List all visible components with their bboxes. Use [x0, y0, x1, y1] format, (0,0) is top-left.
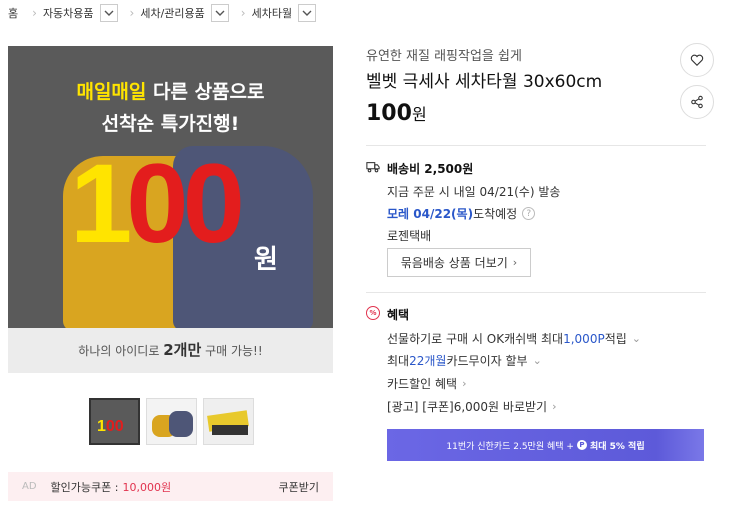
chevron-down-icon: ⌄ [532, 354, 542, 367]
promo-price-number: 100 [70, 141, 245, 266]
benefit-coupon[interactable]: [광고] [쿠폰]6,000원 바로받기 › [387, 398, 556, 415]
shipping-dispatch: 지금 주문 시 내일 04/21(수) 발송 [387, 185, 561, 199]
chevron-down-icon[interactable] [298, 4, 317, 22]
divider [366, 292, 706, 293]
image-caption: 하나의 아이디로 2개만 구매 가능!! [8, 328, 333, 373]
chevron-down-icon: ⌄ [631, 332, 641, 345]
card-promo-banner[interactable]: 11번가 신한카드 2.5만원 혜택 + P 최대 5% 적립 [387, 429, 704, 461]
product-title: 벨벳 극세사 세차타월 30x60cm [366, 72, 603, 92]
shipping-fee: 배송비 2,500원 [387, 162, 474, 176]
thumbnail-promo-number: 100 [97, 418, 124, 435]
breadcrumb-item: › 세차/관리용품 [130, 4, 229, 22]
breadcrumb-home[interactable]: 홈 [8, 5, 18, 21]
product-main-image[interactable]: 매일매일 다른 상품으로 선착순 특가진행! 100 원 하나의 아이디로 2개… [8, 46, 333, 373]
breadcrumb-item: › 세차타월 [240, 4, 317, 22]
product-subtitle: 유연한 재질 래핑작업을 쉽게 [366, 49, 522, 64]
chevron-down-icon[interactable] [99, 4, 118, 22]
benefit-card-discount[interactable]: 카드할인 혜택 › [387, 375, 466, 392]
promo-headline: 매일매일 다른 상품으로 선착순 특가진행! [76, 81, 265, 135]
heart-icon [690, 54, 704, 67]
chevron-right-icon: › [462, 377, 467, 390]
wishlist-button[interactable] [680, 43, 714, 77]
truck-icon [366, 162, 380, 173]
share-icon [691, 95, 703, 109]
coupon-value: 10,000원 [122, 480, 172, 494]
ad-coupon-bar: AD 할인가능쿠폰 : 10,000원 쿠폰받기 [8, 472, 333, 501]
point-icon: P [576, 440, 587, 450]
benefit-title: 혜택 [387, 308, 410, 322]
benefit-installment[interactable]: 최대 22개월 카드무이자 할부 ⌄ [387, 352, 542, 369]
divider [366, 145, 706, 146]
percent-icon: % [366, 306, 380, 320]
thumbnail-list: 100 [89, 398, 254, 445]
courier-name: 로젠택배 [387, 229, 432, 243]
arrival-estimate: 모레 04/22(목) 도착예정 ? [387, 205, 536, 222]
separator-icon: › [240, 6, 246, 20]
chevron-right-icon: › [512, 256, 518, 269]
get-coupon-button[interactable]: 쿠폰받기 [279, 479, 319, 495]
share-button[interactable] [680, 85, 714, 119]
breadcrumb-label[interactable]: 세차타월 [252, 5, 292, 21]
breadcrumb: 홈 › 자동차용품 › 세차/관리용품 › 세차타월 [8, 4, 328, 22]
product-price: 100원 [366, 101, 427, 126]
breadcrumb-label[interactable]: 자동차용품 [43, 5, 94, 21]
chevron-down-icon[interactable] [210, 4, 229, 22]
promo-won: 원 [254, 245, 278, 275]
benefit-okcashbag[interactable]: 선물하기로 구매 시 OK캐쉬백 최대 1,000P 적립 ⌄ [387, 330, 641, 347]
chevron-right-icon: › [552, 400, 557, 413]
thumbnail-3[interactable] [203, 398, 254, 445]
ad-tag: AD [22, 481, 37, 492]
help-icon[interactable]: ? [522, 207, 536, 220]
bundle-shipping-button[interactable]: 묶음배송 상품 더보기 › [387, 248, 531, 277]
breadcrumb-item: › 자동차용품 [32, 4, 118, 22]
thumbnail-2[interactable] [146, 398, 197, 445]
breadcrumb-label[interactable]: 세차/관리용품 [140, 5, 204, 21]
thumbnail-1[interactable]: 100 [89, 398, 140, 445]
separator-icon: › [129, 6, 135, 20]
coupon-label: 할인가능쿠폰 : [50, 480, 119, 494]
separator-icon: › [32, 6, 37, 20]
